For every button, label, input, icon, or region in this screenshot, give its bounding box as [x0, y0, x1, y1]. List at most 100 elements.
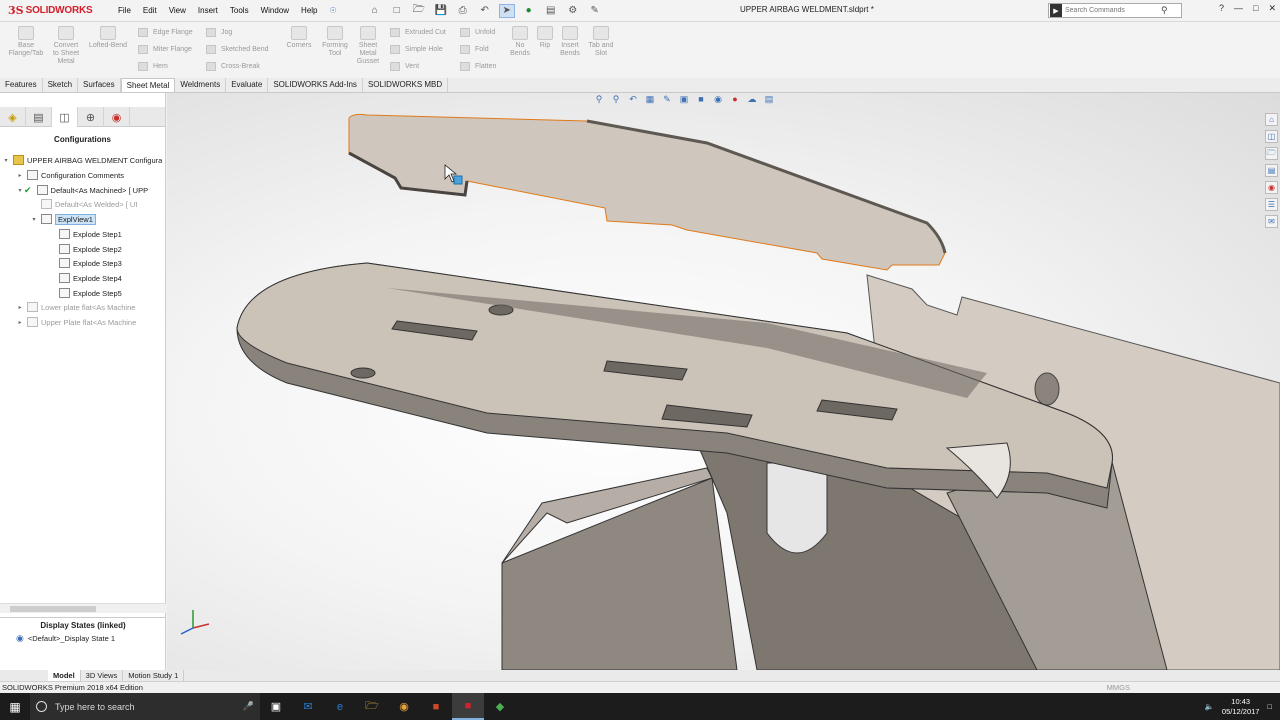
unfold-button[interactable]: Unfold — [460, 28, 495, 37]
dimxpert-tab-icon[interactable]: ⊕ — [78, 107, 104, 127]
apply-scene-icon[interactable]: ☁ — [746, 93, 758, 105]
tab-surfaces[interactable]: Surfaces — [78, 78, 121, 92]
app-taskbar-icon[interactable]: ◆ — [484, 693, 516, 720]
notifications-icon[interactable]: □ — [1267, 702, 1272, 711]
pin-icon[interactable]: ☉ — [324, 6, 343, 15]
help-icon[interactable]: ? — [1219, 3, 1224, 14]
save-icon[interactable]: 💾 — [433, 4, 449, 18]
rebuild-icon[interactable]: ● — [521, 4, 537, 18]
tree-node-explode-step5[interactable]: Explode Step5 — [56, 286, 122, 300]
new-document-icon[interactable]: □ — [389, 4, 405, 18]
edge-browser-icon[interactable]: e — [324, 693, 356, 720]
tree-node-default-machined[interactable]: ▾ ✔ Default<As Machined> [ UPP — [16, 183, 148, 197]
fold-button[interactable]: Fold — [460, 45, 489, 54]
expand-arrow-icon[interactable]: ▸ — [16, 304, 24, 311]
expand-arrow-icon[interactable]: ▸ — [16, 319, 24, 326]
file-explorer-icon[interactable]: 🗁 — [1265, 147, 1278, 160]
microphone-icon[interactable]: 🎤 — [243, 701, 254, 712]
print-icon[interactable]: ⎙ — [455, 4, 471, 18]
search-input[interactable] — [1065, 7, 1161, 14]
search-scope-icon[interactable]: ▶ — [1050, 4, 1062, 17]
insert-bends-button[interactable]: Insert Bends — [556, 22, 584, 58]
volume-icon[interactable]: 🔈 — [1205, 702, 1214, 711]
property-manager-tab-icon[interactable]: ▤ — [26, 107, 52, 127]
macro-icon[interactable]: ✎ — [587, 4, 603, 18]
solidworks-resources-icon[interactable]: ⌂ — [1265, 113, 1278, 126]
section-view-icon[interactable]: ▦ — [644, 93, 656, 105]
hide-show-items-icon[interactable]: ◉ — [712, 93, 724, 105]
solidworks-logo[interactable]: 3S SOLIDWORKS — [0, 4, 112, 17]
upper-plate-shape[interactable] — [348, 113, 947, 271]
flatten-button[interactable]: Flatten — [460, 62, 496, 71]
sketched-bend-button[interactable]: Sketched Bend — [206, 45, 268, 54]
base-flange-tab-button[interactable]: Base Flange/Tab — [6, 22, 46, 58]
extruded-cut-button[interactable]: Extruded Cut — [390, 28, 446, 37]
tree-node-upper-plate-flat[interactable]: ▸ Upper Plate flat<As Machine — [16, 315, 136, 329]
outlook-icon[interactable]: ✉ — [292, 693, 324, 720]
feature-manager-tab-icon[interactable]: ◈ — [0, 107, 26, 127]
tab-sheet-metal[interactable]: Sheet Metal — [120, 78, 176, 92]
open-folder-icon[interactable]: 🗁 — [411, 4, 427, 18]
tab-solidworks-mbd[interactable]: SOLIDWORKS MBD — [363, 78, 449, 92]
display-state-item[interactable]: ◉ <Default>_Display State 1 — [16, 633, 115, 644]
menu-file[interactable]: File — [112, 6, 137, 15]
tree-node-lower-plate-flat[interactable]: ▸ Lower plate flat<As Machine — [16, 300, 135, 314]
configuration-manager-tab-icon[interactable]: ◫ — [52, 107, 78, 127]
rip-button[interactable]: Rip — [534, 22, 556, 50]
custom-properties-icon[interactable]: ☰ — [1265, 198, 1278, 211]
vent-button[interactable]: Vent — [390, 62, 419, 71]
maximize-icon[interactable]: □ — [1253, 3, 1258, 14]
file-properties-icon[interactable]: ▤ — [543, 4, 559, 18]
menu-window[interactable]: Window — [255, 6, 295, 15]
graphics-area[interactable]: ⚲ ⚲ ↶ ▦ ✎ ▣ ■ ◉ ● ☁ ▤ ⌂ ◫ 🗁 ▤ ◉ ☰ ✉ — [167, 93, 1280, 670]
tree-node-explode-step2[interactable]: Explode Step2 — [56, 242, 122, 256]
lofted-bend-button[interactable]: Lofted-Bend — [86, 22, 130, 50]
tab-evaluate[interactable]: Evaluate — [226, 78, 269, 92]
dynamic-annotation-icon[interactable]: ✎ — [661, 93, 673, 105]
taskbar-search-box[interactable]: Type here to search 🎤 — [30, 693, 260, 720]
display-manager-tab-icon[interactable]: ◉ — [104, 107, 130, 127]
display-style-icon[interactable]: ■ — [695, 93, 707, 105]
collapse-arrow-icon[interactable]: ▾ — [2, 157, 10, 164]
appearances-icon[interactable]: ◉ — [1265, 181, 1278, 194]
tab-weldments[interactable]: Weldments — [175, 78, 227, 92]
corners-button[interactable]: Corners — [282, 22, 316, 50]
view-orientation-icon[interactable]: ▣ — [678, 93, 690, 105]
no-bends-button[interactable]: No Bends — [508, 22, 532, 58]
tree-node-root[interactable]: ▾ UPPER AIRBAG WELDMENT Configura — [2, 153, 162, 167]
view-palette-icon[interactable]: ▤ — [1265, 164, 1278, 177]
tree-node-default-welded[interactable]: Default<As Welded> [ UI — [38, 197, 137, 211]
select-arrow-icon[interactable]: ➤ — [498, 3, 515, 18]
powerpoint-icon[interactable]: ■ — [420, 693, 452, 720]
chrome-icon[interactable]: ◉ — [388, 693, 420, 720]
view-settings-icon[interactable]: ▤ — [763, 93, 775, 105]
zoom-to-fit-icon[interactable]: ⚲ — [593, 93, 605, 105]
base-plate-shape[interactable] — [236, 262, 1113, 509]
task-view-icon[interactable]: ▣ — [260, 693, 292, 720]
tree-node-comments[interactable]: ▸ Configuration Comments — [16, 168, 124, 182]
design-library-icon[interactable]: ◫ — [1265, 130, 1278, 143]
menu-help[interactable]: Help — [295, 6, 323, 15]
tab-sketch[interactable]: Sketch — [43, 78, 79, 92]
miter-flange-button[interactable]: Miter Flange — [138, 45, 192, 54]
scrollbar-thumb[interactable] — [10, 606, 96, 612]
previous-view-icon[interactable]: ↶ — [627, 93, 639, 105]
convert-to-sheet-metal-button[interactable]: Convert to Sheet Metal — [48, 22, 84, 66]
hem-button[interactable]: Hem — [138, 62, 168, 71]
selection-handle-icon[interactable] — [453, 175, 463, 185]
tree-horizontal-scrollbar[interactable] — [0, 603, 166, 613]
file-explorer-taskbar-icon[interactable]: 🗁 — [356, 693, 388, 720]
tree-node-explode-step3[interactable]: Explode Step3 — [56, 256, 122, 270]
forming-tool-button[interactable]: Forming Tool — [318, 22, 352, 58]
tab-and-slot-button[interactable]: Tab and Slot — [586, 22, 616, 58]
zoom-to-area-icon[interactable]: ⚲ — [610, 93, 622, 105]
menu-edit[interactable]: Edit — [137, 6, 163, 15]
menu-view[interactable]: View — [163, 6, 192, 15]
tab-model[interactable]: Model — [48, 670, 81, 681]
expand-arrow-icon[interactable]: ▸ — [16, 172, 24, 179]
tree-node-explview1[interactable]: ▾ ExplView1 — [30, 212, 96, 226]
edit-appearance-icon[interactable]: ● — [729, 93, 741, 105]
solidworks-taskbar-icon[interactable]: ■ — [452, 693, 484, 720]
collapse-arrow-icon[interactable]: ▾ — [16, 187, 24, 194]
menu-insert[interactable]: Insert — [192, 6, 224, 15]
